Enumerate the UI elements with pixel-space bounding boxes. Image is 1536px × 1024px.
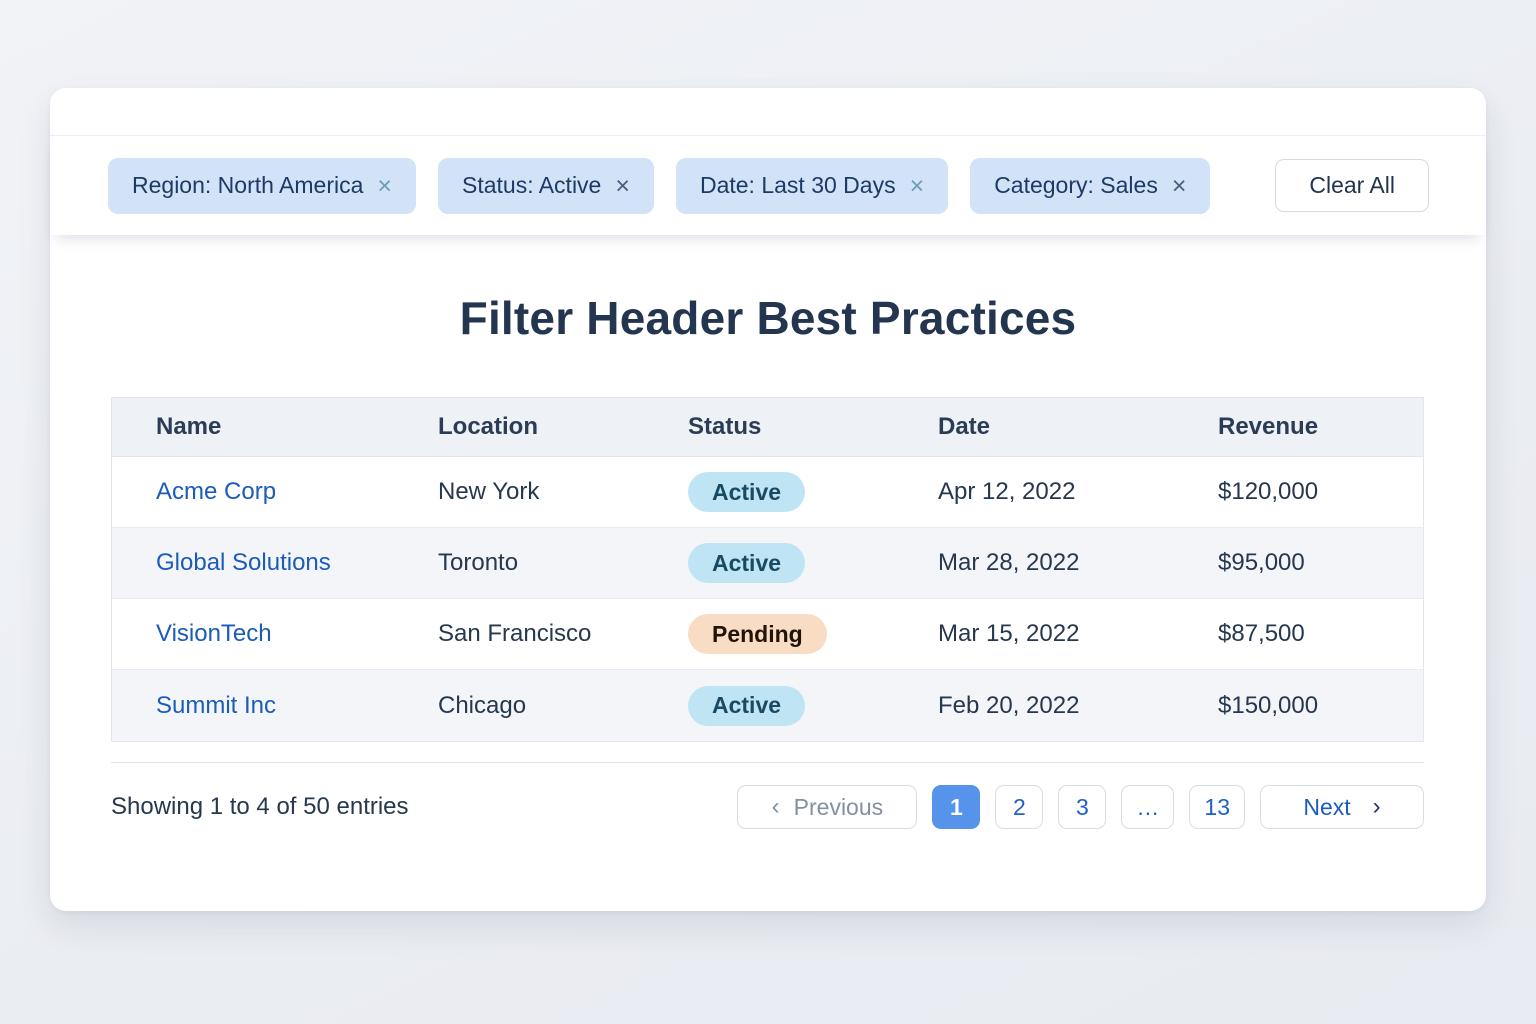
filter-chip-label: Category: Sales — [994, 172, 1158, 199]
column-header-revenue: Revenue — [1174, 398, 1423, 457]
date-cell: Mar 28, 2022 — [894, 528, 1174, 599]
previous-page-button[interactable]: ‹ Previous — [737, 785, 917, 829]
page-title: Filter Header Best Practices — [111, 291, 1425, 345]
status-badge: Active — [688, 686, 805, 726]
card-content: Filter Header Best Practices Name Locati… — [50, 235, 1486, 911]
filter-chip-category[interactable]: Category: Sales × — [970, 158, 1210, 214]
column-header-date: Date — [894, 398, 1174, 457]
status-badge: Active — [688, 472, 805, 512]
date-cell: Feb 20, 2022 — [894, 670, 1174, 741]
table-row: Summit Inc Chicago Active Feb 20, 2022 $… — [112, 670, 1423, 741]
company-link[interactable]: Summit Inc — [156, 692, 276, 719]
filter-chip-list: Region: North America × Status: Active ×… — [108, 158, 1210, 214]
company-link[interactable]: Acme Corp — [156, 478, 276, 505]
revenue-cell: $95,000 — [1174, 528, 1423, 599]
filter-chip-label: Date: Last 30 Days — [700, 172, 896, 199]
table-body: Acme Corp New York Active Apr 12, 2022 $… — [112, 457, 1423, 741]
previous-label: Previous — [794, 794, 883, 821]
table-header-row: Name Location Status Date Revenue — [112, 398, 1423, 457]
location-cell: San Francisco — [394, 599, 644, 670]
main-card: Region: North America × Status: Active ×… — [50, 88, 1486, 911]
location-cell: New York — [394, 457, 644, 528]
column-header-location: Location — [394, 398, 644, 457]
column-header-name: Name — [112, 398, 394, 457]
results-table: Name Location Status Date Revenue Acme C… — [111, 397, 1424, 742]
page-ellipsis-button[interactable]: … — [1121, 785, 1174, 829]
page-1-button[interactable]: 1 — [932, 785, 980, 829]
company-link[interactable]: VisionTech — [156, 620, 272, 647]
close-icon[interactable]: × — [377, 172, 392, 199]
status-badge: Active — [688, 543, 805, 583]
close-icon[interactable]: × — [1172, 172, 1187, 199]
location-cell: Chicago — [394, 670, 644, 741]
filter-chip-status[interactable]: Status: Active × — [438, 158, 654, 214]
filter-header: Region: North America × Status: Active ×… — [50, 136, 1486, 235]
table-row: VisionTech San Francisco Pending Mar 15,… — [112, 599, 1423, 670]
filter-chip-date[interactable]: Date: Last 30 Days × — [676, 158, 948, 214]
clear-all-button[interactable]: Clear All — [1275, 159, 1429, 212]
page-2-button[interactable]: 2 — [995, 785, 1043, 829]
revenue-cell: $120,000 — [1174, 457, 1423, 528]
date-cell: Apr 12, 2022 — [894, 457, 1174, 528]
revenue-cell: $150,000 — [1174, 670, 1423, 741]
filter-chip-region[interactable]: Region: North America × — [108, 158, 416, 214]
date-cell: Mar 15, 2022 — [894, 599, 1174, 670]
filter-chip-label: Region: North America — [132, 172, 363, 199]
status-badge: Pending — [688, 614, 827, 654]
location-cell: Toronto — [394, 528, 644, 599]
entries-summary: Showing 1 to 4 of 50 entries — [111, 793, 409, 821]
page-3-button[interactable]: 3 — [1058, 785, 1106, 829]
close-icon[interactable]: × — [910, 172, 925, 199]
card-top-strip — [50, 88, 1486, 136]
pagination: ‹ Previous 123 … 13 Next › — [737, 785, 1424, 829]
chevron-right-icon: › — [1373, 795, 1381, 819]
close-icon[interactable]: × — [615, 172, 630, 199]
next-label: Next — [1303, 794, 1350, 821]
table-row: Global Solutions Toronto Active Mar 28, … — [112, 528, 1423, 599]
filter-chip-label: Status: Active — [462, 172, 601, 199]
revenue-cell: $87,500 — [1174, 599, 1423, 670]
footer-divider — [111, 762, 1424, 763]
page-number-list: 123 … 13 — [932, 785, 1245, 829]
next-page-button[interactable]: Next › — [1260, 785, 1424, 829]
column-header-status: Status — [644, 398, 894, 457]
table-row: Acme Corp New York Active Apr 12, 2022 $… — [112, 457, 1423, 528]
page-13-button[interactable]: 13 — [1189, 785, 1245, 829]
table-footer: Showing 1 to 4 of 50 entries ‹ Previous … — [111, 785, 1424, 829]
chevron-left-icon: ‹ — [772, 795, 780, 819]
company-link[interactable]: Global Solutions — [156, 549, 331, 576]
